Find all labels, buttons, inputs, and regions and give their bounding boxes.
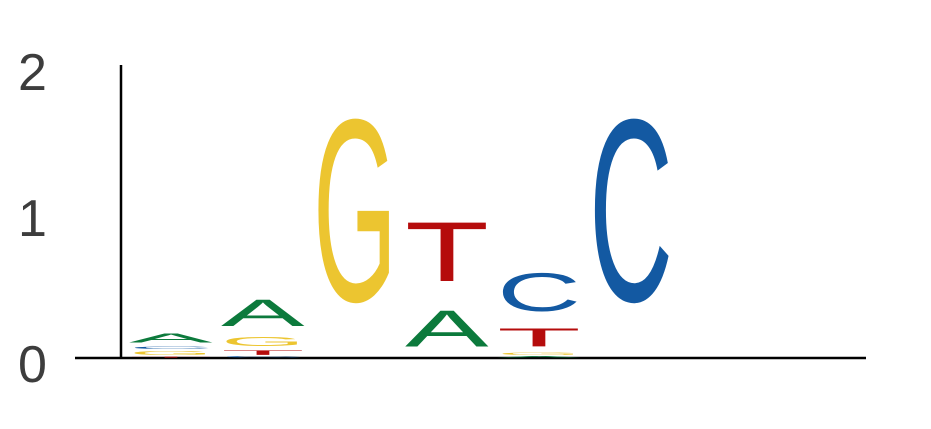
y-tick-label-0: 0 bbox=[18, 336, 47, 394]
logo-letter-g-pos5: G bbox=[497, 352, 581, 356]
logo-letter-c-pos5: C bbox=[497, 262, 581, 323]
y-tick-label-1: 1 bbox=[18, 190, 47, 248]
logo-letter-a-pos5: A bbox=[497, 356, 581, 358]
logo-letter-g-pos1: G bbox=[129, 350, 213, 357]
logo-letter-g-pos2: G bbox=[221, 334, 305, 349]
logo-letter-t-pos5: T bbox=[497, 323, 581, 352]
letter-stacks: TGCACTGA G ATAGTC C bbox=[129, 64, 673, 358]
y-axis: 0 1 2 bbox=[18, 44, 123, 394]
logo-letter-t-pos2: T bbox=[221, 349, 305, 356]
logo-letter-a-pos2: A bbox=[221, 292, 305, 334]
logo-letter-a-pos4: A bbox=[405, 300, 489, 358]
logo-letter-c-pos1: C bbox=[129, 345, 213, 349]
logo-letter-c-pos2: C bbox=[221, 356, 305, 358]
logo-letter-c-pos6: C bbox=[589, 64, 673, 356]
logo-letter-g-pos3: G bbox=[313, 65, 397, 356]
logo-letter-t-pos1: T bbox=[129, 356, 213, 358]
logo-letter-t-pos4: T bbox=[405, 205, 489, 299]
logo-letter-a-pos1: A bbox=[129, 331, 213, 346]
sequence-logo-chart: 0 1 2 TGCACTGA G ATAGTC C bbox=[18, 44, 866, 394]
y-tick-label-2: 2 bbox=[18, 44, 47, 102]
